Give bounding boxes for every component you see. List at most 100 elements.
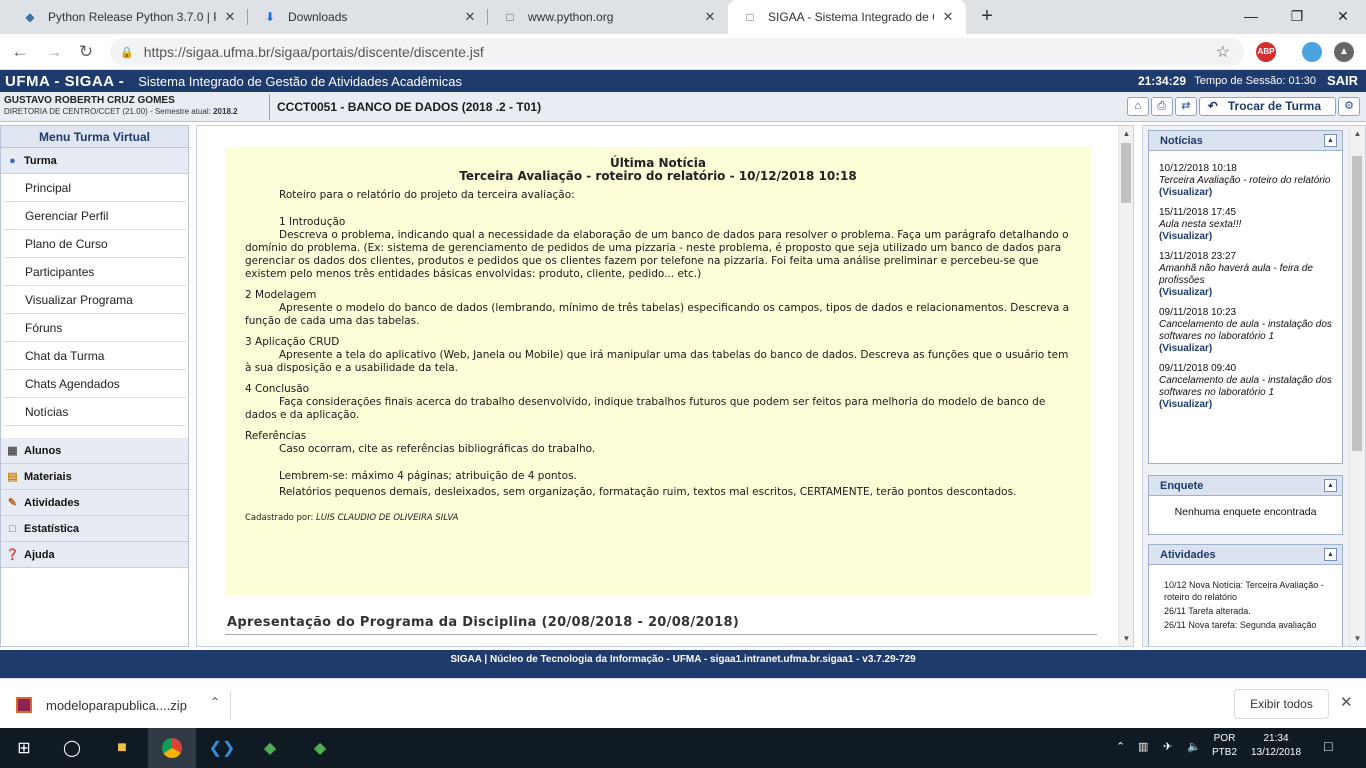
mongodb-icon[interactable]: ◆ [296, 728, 344, 768]
system-subtitle: Sistema Integrado de Gestão de Atividade… [138, 73, 462, 89]
user-info-bar: GUSTAVO ROBERTH CRUZ GOMES DIRETORIA DE … [0, 92, 1366, 122]
address-bar: ← → ↻ 🔒 https://sigaa.ufma.br/sigaa/port… [0, 34, 1366, 70]
tasks-icon: ✎ [7, 496, 18, 509]
star-icon[interactable]: ☆ [1216, 42, 1230, 62]
collapse-icon[interactable]: ▲ [1324, 134, 1337, 147]
back-icon[interactable]: ← [8, 40, 32, 64]
file-explorer-icon[interactable]: ■ [98, 728, 146, 768]
activities-panel-header: Atividades ▲ [1149, 545, 1342, 565]
window-close-button[interactable]: ✕ [1328, 5, 1358, 27]
home-icon[interactable]: ⌂ [1126, 97, 1149, 116]
system-clock[interactable]: 21:34 13/12/2018 [1246, 732, 1306, 760]
search-icon[interactable]: ◯ [48, 728, 96, 768]
tab-sigaa[interactable]: □ SIGAA - Sistema Integrado de Ge ✕ [728, 0, 966, 34]
menu-group-estatistica[interactable]: □ Estatística [1, 516, 188, 542]
menu-item-participantes[interactable]: Participantes [3, 258, 186, 286]
maximize-button[interactable]: ❐ [1282, 5, 1312, 27]
forward-icon[interactable]: → [42, 40, 66, 64]
view-link[interactable]: (Visualizar) [1159, 343, 1332, 355]
tab-downloads[interactable]: ⬇ Downloads ✕ [248, 0, 488, 34]
divider [269, 94, 270, 120]
list-item: 15/11/2018 17:45 Aula nesta sexta!!! (Vi… [1149, 207, 1342, 243]
windows-start-icon[interactable]: ⊞ [0, 728, 48, 768]
chevron-up-icon[interactable]: ⌃ [1116, 740, 1125, 753]
scroll-up-icon[interactable]: ▲ [1350, 126, 1365, 141]
menu-item-chat-da-turma[interactable]: Chat da Turma [3, 342, 186, 370]
volume-icon[interactable]: 🔈 [1187, 740, 1201, 753]
minimize-button[interactable]: — [1236, 5, 1266, 27]
activity-item: 26/11 Tarefa alterada. [1164, 606, 1251, 616]
network-icon[interactable]: ▥ [1138, 740, 1148, 753]
menu-group-turma[interactable]: ● Turma [1, 148, 188, 174]
download-item[interactable]: modeloparapublica....zip ⌃ [16, 691, 230, 719]
logout-button[interactable]: SAIR [1327, 73, 1358, 88]
account-icon[interactable]: ▲ [1334, 42, 1354, 62]
switch-class-button[interactable]: ↶ Trocar de Turma [1198, 97, 1336, 116]
toolbar: ⌂ ⎙ ⇄ ↶ Trocar de Turma ⚙ [1126, 97, 1360, 116]
news-panel: Notícias ▲ 10/12/2018 10:18 Terceira Ava… [1148, 130, 1343, 464]
scroll-thumb[interactable] [1352, 156, 1362, 451]
new-tab-button[interactable]: + [976, 6, 998, 28]
extension-icon[interactable] [1302, 42, 1322, 62]
print-icon[interactable]: ⎙ [1150, 97, 1173, 116]
menu-item-principal[interactable]: Principal [3, 174, 186, 202]
show-all-button[interactable]: Exibir todos [1234, 689, 1329, 719]
sidebar-scrollbar[interactable]: ▲ ▼ [1349, 126, 1364, 646]
back-arrow-icon: ↶ [1207, 99, 1218, 113]
collapse-icon[interactable]: ▲ [1324, 479, 1337, 492]
view-link[interactable]: (Visualizar) [1159, 399, 1332, 411]
chrome-icon[interactable] [148, 728, 196, 768]
menu-item-noticias[interactable]: Notícias [3, 398, 186, 426]
settings-icon[interactable]: ⚙ [1338, 97, 1360, 116]
view-link[interactable]: (Visualizar) [1159, 231, 1332, 243]
zip-file-icon [16, 697, 32, 713]
mongodb-icon[interactable]: ◆ [246, 728, 294, 768]
help-icon: ❓ [5, 548, 20, 561]
close-icon[interactable]: ✕ [1340, 693, 1353, 711]
menu-item-plano-de-curso[interactable]: Plano de Curso [3, 230, 186, 258]
sigaa-logo[interactable]: UFMA - SIGAA - [0, 73, 124, 90]
reload-icon[interactable]: ↻ [74, 40, 98, 64]
latest-news: Última Notícia Terceira Avaliação - rote… [225, 147, 1091, 595]
menu-item-chats-agendados[interactable]: Chats Agendados [3, 370, 186, 398]
adblock-icon[interactable]: ABP [1256, 42, 1276, 62]
scroll-up-icon[interactable]: ▲ [1119, 126, 1133, 141]
view-link[interactable]: (Visualizar) [1159, 287, 1332, 299]
menu-group-atividades[interactable]: ✎ Atividades [1, 490, 188, 516]
menu-group-ajuda[interactable]: ❓ Ajuda [1, 542, 188, 568]
vscode-icon[interactable]: ❮❯ [198, 728, 246, 768]
main-scrollbar[interactable]: ▲ ▼ [1118, 126, 1133, 646]
scroll-down-icon[interactable]: ▼ [1350, 631, 1365, 646]
sigaa-header: UFMA - SIGAA - Sistema Integrado de Gest… [0, 70, 1366, 92]
chevron-up-icon[interactable]: ⌃ [210, 695, 220, 709]
close-icon[interactable]: ✕ [940, 9, 956, 25]
scroll-thumb[interactable] [1121, 143, 1131, 203]
stats-icon: □ [9, 522, 16, 535]
menu-item-foruns[interactable]: Fóruns [3, 314, 186, 342]
menu-group-alunos[interactable]: ▦ Alunos [1, 438, 188, 464]
close-icon[interactable]: ✕ [222, 9, 238, 25]
close-icon[interactable]: ✕ [462, 9, 478, 25]
language-indicator[interactable]: POR PTB2 [1212, 732, 1237, 760]
menu-item-gerenciar-perfil[interactable]: Gerenciar Perfil [3, 202, 186, 230]
browser-tab-bar: ◆ Python Release Python 3.7.0 | Pyt ✕ ⬇ … [0, 0, 1366, 34]
swap-icon[interactable]: ⇄ [1174, 97, 1197, 116]
right-sidebar: Notícias ▲ 10/12/2018 10:18 Terceira Ava… [1142, 125, 1366, 647]
menu-group-materiais[interactable]: ▤ Materiais [1, 464, 188, 490]
main-content: Última Notícia Terceira Avaliação - rote… [196, 125, 1134, 647]
scroll-down-icon[interactable]: ▼ [1119, 631, 1133, 646]
sigaa-footer: SIGAA | Núcleo de Tecnologia da Informaç… [0, 650, 1366, 678]
user-department: DIRETORIA DE CENTRO/CCET (21.00) - Semes… [4, 107, 238, 116]
menu-item-visualizar-programa[interactable]: Visualizar Programa [3, 286, 186, 314]
notification-icon[interactable]: □ [1324, 738, 1332, 754]
airplane-icon[interactable]: ✈ [1163, 740, 1172, 753]
users-icon: ● [9, 154, 16, 167]
view-link[interactable]: (Visualizar) [1159, 187, 1332, 199]
lock-icon: 🔒 [120, 46, 134, 59]
close-icon[interactable]: ✕ [702, 9, 718, 25]
program-title: Apresentação do Programa da Disciplina (… [227, 615, 740, 630]
collapse-icon[interactable]: ▲ [1324, 548, 1337, 561]
tab-python-release[interactable]: ◆ Python Release Python 3.7.0 | Pyt ✕ [8, 0, 248, 34]
url-field[interactable]: 🔒 https://sigaa.ufma.br/sigaa/portais/di… [110, 38, 1244, 66]
tab-python-org[interactable]: □ www.python.org ✕ [488, 0, 728, 34]
